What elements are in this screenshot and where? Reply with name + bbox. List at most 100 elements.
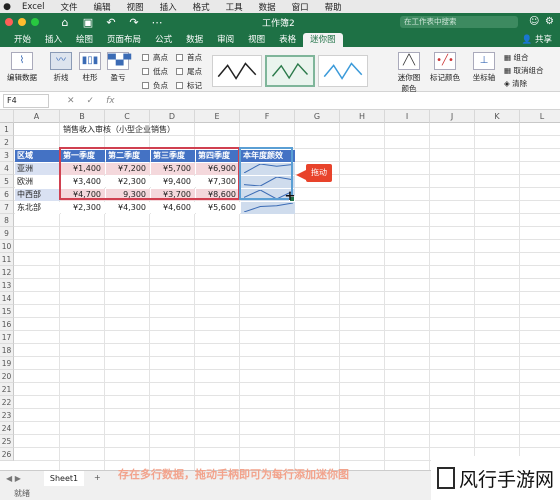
column-header-L[interactable]: L	[520, 110, 560, 123]
row-header-3[interactable]: 3	[0, 149, 14, 162]
tab-data[interactable]: 数据	[179, 33, 210, 47]
close-window-button[interactable]	[5, 18, 13, 26]
last-point-checkbox[interactable]: 尾点	[176, 66, 202, 77]
column-header-E[interactable]: E	[195, 110, 240, 123]
row-header-15[interactable]: 15	[0, 305, 14, 318]
row-header-26[interactable]: 26	[0, 448, 14, 461]
sparkline-style-3[interactable]	[318, 55, 368, 87]
row-header-14[interactable]: 14	[0, 292, 14, 305]
add-sheet-button[interactable]: +	[94, 473, 101, 482]
low-point-checkbox[interactable]: 低点	[142, 66, 168, 77]
markers-checkbox[interactable]: 标记	[176, 80, 202, 91]
region-cell[interactable]: 中西部	[15, 189, 60, 201]
menu-view[interactable]: 视图	[119, 1, 152, 13]
home-icon[interactable]: ⌂	[59, 16, 71, 29]
menu-excel[interactable]: Excel	[14, 2, 53, 12]
region-cell[interactable]: 欧洲	[15, 176, 60, 188]
menu-window[interactable]: 窗口	[284, 1, 317, 13]
confirm-icon[interactable]: ✓	[87, 96, 95, 106]
column-header-D[interactable]: D	[150, 110, 195, 123]
row-header-11[interactable]: 11	[0, 253, 14, 266]
tab-formulas[interactable]: 公式	[148, 33, 179, 47]
apple-icon[interactable]: ●	[0, 2, 14, 12]
menu-insert[interactable]: 插入	[152, 1, 185, 13]
undo-icon[interactable]: ↶	[105, 16, 117, 29]
tab-table[interactable]: 表格	[272, 33, 303, 47]
axis-button[interactable]: ⊥ 坐标轴	[470, 52, 498, 83]
prev-sheet-icon[interactable]: ◀ ▶	[6, 474, 21, 483]
sparkline-style-1[interactable]	[212, 55, 262, 87]
row-header-6[interactable]: 6	[0, 188, 14, 201]
line-sparkline-button[interactable]: 〰折线	[47, 52, 75, 83]
row-header-24[interactable]: 24	[0, 422, 14, 435]
table-title[interactable]: 销售收入审核（小型企业销售）	[15, 124, 315, 136]
menu-data[interactable]: 数据	[251, 1, 284, 13]
sheet-tab-sheet1[interactable]: Sheet1	[44, 471, 84, 486]
column-header-J[interactable]: J	[430, 110, 475, 123]
column-sparkline-button[interactable]: ▮▯▮ 柱形	[76, 52, 104, 83]
row-header-19[interactable]: 19	[0, 357, 14, 370]
tab-view[interactable]: 视图	[241, 33, 272, 47]
column-header-G[interactable]: G	[295, 110, 340, 123]
column-header-F[interactable]: F	[240, 110, 295, 123]
row-header-20[interactable]: 20	[0, 370, 14, 383]
sparkline-color-button[interactable]: ╱╲ 迷你图颜色	[395, 52, 423, 94]
tab-sparkline[interactable]: 迷你图	[303, 33, 343, 47]
minimize-window-button[interactable]	[18, 18, 26, 26]
ungroup-button[interactable]: ▦ 取消组合	[504, 65, 543, 76]
select-all-corner[interactable]	[0, 110, 14, 123]
row-header-16[interactable]: 16	[0, 318, 14, 331]
row-header-8[interactable]: 8	[0, 214, 14, 227]
cancel-icon[interactable]: ✕	[67, 96, 75, 106]
tab-draw[interactable]: 绘图	[69, 33, 100, 47]
row-header-9[interactable]: 9	[0, 227, 14, 240]
name-box[interactable]: F4	[3, 93, 49, 108]
share-button[interactable]: 👤 共享	[522, 33, 552, 45]
high-point-checkbox[interactable]: 高点	[142, 52, 168, 63]
row-header-12[interactable]: 12	[0, 266, 14, 279]
feedback-icon[interactable]: ☺	[529, 16, 539, 27]
row-header-13[interactable]: 13	[0, 279, 14, 292]
row-header-7[interactable]: 7	[0, 201, 14, 214]
redo-icon[interactable]: ↷	[128, 16, 140, 29]
group-button[interactable]: ▦ 组合	[504, 52, 528, 63]
row-header-25[interactable]: 25	[0, 435, 14, 448]
column-header-B[interactable]: B	[60, 110, 105, 123]
first-point-checkbox[interactable]: 首点	[176, 52, 202, 63]
more-icon[interactable]: ⋯	[151, 16, 163, 29]
menu-help[interactable]: 帮助	[317, 1, 350, 13]
column-header-A[interactable]: A	[14, 110, 60, 123]
tab-insert[interactable]: 插入	[38, 33, 69, 47]
row-header-2[interactable]: 2	[0, 136, 14, 149]
save-icon[interactable]: ▣	[82, 16, 94, 29]
region-cell[interactable]: 亚洲	[15, 163, 60, 175]
region-cell[interactable]: 东北部	[15, 202, 60, 214]
menu-edit[interactable]: 编辑	[86, 1, 119, 13]
column-header-K[interactable]: K	[475, 110, 520, 123]
menu-file[interactable]: 文件	[53, 1, 86, 13]
tab-home[interactable]: 开始	[7, 33, 38, 47]
row-header-1[interactable]: 1	[0, 123, 14, 136]
row-header-18[interactable]: 18	[0, 344, 14, 357]
tab-page-layout[interactable]: 页面布局	[100, 33, 148, 47]
header-cell[interactable]: 区域	[15, 150, 60, 162]
column-header-C[interactable]: C	[105, 110, 150, 123]
search-input[interactable]: 在工作表中搜索	[400, 16, 518, 28]
spreadsheet-grid[interactable]: ABCDEFGHIJKL 1 2 3 4 5 6 7 8 9 10 11 12 13 14 15 16 17 18…	[0, 110, 560, 470]
value-cell[interactable]: ¥2,300	[61, 202, 105, 214]
menu-tools[interactable]: 工具	[218, 1, 251, 13]
column-header-H[interactable]: H	[340, 110, 385, 123]
row-header-23[interactable]: 23	[0, 409, 14, 422]
row-header-5[interactable]: 5	[0, 175, 14, 188]
row-header-21[interactable]: 21	[0, 383, 14, 396]
zoom-window-button[interactable]	[31, 18, 39, 26]
value-cell[interactable]: ¥4,300	[106, 202, 150, 214]
edit-data-button[interactable]: ⌇ 编辑数据	[5, 52, 39, 83]
clear-button[interactable]: ◈ 清除	[504, 78, 527, 89]
tab-review[interactable]: 审阅	[210, 33, 241, 47]
function-icon[interactable]: fx	[106, 96, 115, 106]
value-cell[interactable]: ¥5,600	[196, 202, 240, 214]
column-header-I[interactable]: I	[385, 110, 430, 123]
row-header-4[interactable]: 4	[0, 162, 14, 175]
sparkline-style-2[interactable]	[265, 55, 315, 87]
